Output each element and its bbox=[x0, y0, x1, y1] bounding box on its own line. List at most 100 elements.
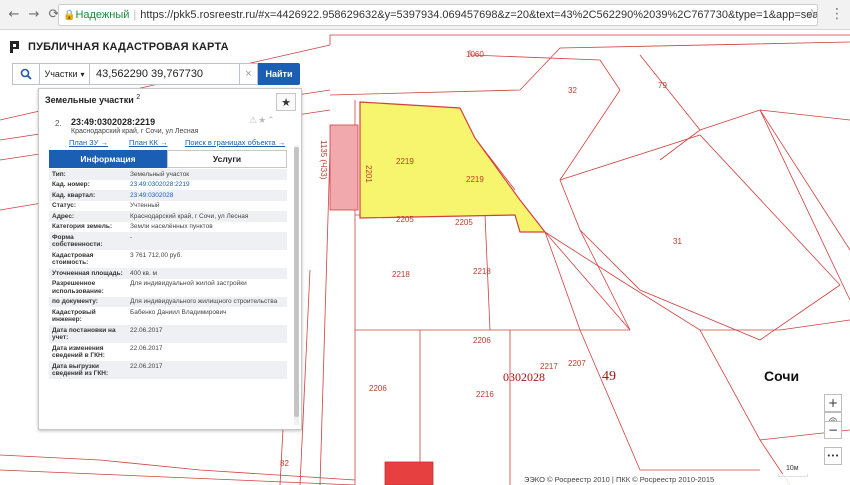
result-address: Краснодарский край, г Сочи, ул Лесная bbox=[71, 128, 199, 135]
results-count: 2 bbox=[136, 94, 141, 101]
scale-label: 10м bbox=[786, 465, 799, 472]
city-label: Сочи bbox=[764, 368, 800, 384]
info-row: Форма собственности: - bbox=[49, 232, 287, 250]
info-row: Кад. номер: 23:49:0302028:2219 bbox=[49, 179, 287, 191]
address-bar[interactable]: 🔒 Надежный | https://pkk5.rosreestr.ru/#… bbox=[58, 4, 818, 26]
search-input[interactable] bbox=[90, 63, 240, 85]
info-key: Уточненная площадь: bbox=[52, 269, 123, 277]
info-key: Кад. квартал: bbox=[52, 191, 96, 199]
info-value[interactable]: 23:49:0302028 bbox=[127, 190, 287, 201]
info-key: Адрес: bbox=[52, 212, 75, 220]
info-key: по документу: bbox=[52, 298, 98, 305]
selected-parcel bbox=[359, 101, 547, 233]
red-parcel bbox=[384, 461, 434, 485]
info-key: Дата выгрузки сведений из ГКН: bbox=[52, 362, 109, 378]
info-key: Кадастровая стоимость: bbox=[52, 251, 94, 267]
info-tabs: Информация Услуги bbox=[49, 150, 287, 168]
plot-label: 2201 bbox=[364, 165, 373, 183]
tab-services[interactable]: Услуги bbox=[167, 150, 287, 168]
panel-heading: Земельные участки 2 bbox=[45, 94, 140, 105]
search-in-bounds-link[interactable]: Поиск в границах объекта → bbox=[185, 138, 285, 147]
info-value: - bbox=[130, 233, 133, 241]
more-options-button[interactable]: ••• bbox=[824, 447, 842, 465]
plan-zu-link[interactable]: План ЗУ → bbox=[69, 138, 108, 147]
panel-scrollbar[interactable] bbox=[294, 145, 299, 425]
search-bar: Участки ▾ × Найти bbox=[12, 63, 302, 85]
info-value: Учтенный bbox=[130, 202, 160, 209]
plot-label: 2205 bbox=[396, 215, 414, 224]
results-panel: Земельные участки 2 ★ 2. 23:49:0302028:2… bbox=[38, 88, 302, 430]
result-action-icons[interactable]: ⚠★⌃ bbox=[249, 116, 276, 126]
info-value: 22.06.2017 bbox=[130, 344, 163, 352]
plot-label: 32 bbox=[568, 86, 577, 95]
plot-label: 79 bbox=[658, 81, 667, 90]
browser-menu-icon[interactable]: ⋮ bbox=[830, 6, 844, 22]
info-key: Кад. номер: bbox=[52, 181, 90, 188]
plot-label: 2219 bbox=[466, 175, 484, 184]
rosreestr-logo-icon bbox=[8, 40, 22, 54]
url-text[interactable]: https://pkk5.rosreestr.ru/#x=4426922.958… bbox=[140, 9, 817, 21]
cadastral-block-label: 0302028 bbox=[503, 370, 545, 384]
info-value[interactable]: 23:49:0302028:2219 bbox=[127, 180, 287, 191]
bookmark-star-icon[interactable]: ☆ bbox=[806, 7, 818, 22]
search-icon[interactable] bbox=[12, 63, 40, 85]
info-value: Земельный участок bbox=[130, 170, 190, 178]
plot-label: 82 bbox=[280, 459, 289, 468]
result-index: 2. bbox=[55, 119, 62, 128]
info-value: 400 кв. м bbox=[130, 269, 158, 277]
info-value: Земли населённых пунктов bbox=[130, 223, 213, 230]
address-separator: | bbox=[133, 9, 137, 21]
info-row: по документу: Для индивидуального жилищно… bbox=[49, 296, 287, 307]
app-title: ПУБЛИЧНАЯ КАДАСТРОВАЯ КАРТА bbox=[28, 41, 229, 53]
chevron-down-icon: ▾ bbox=[80, 69, 85, 79]
info-key: Дата изменения сведений в ГКН: bbox=[52, 344, 105, 360]
plot-label: 2206 bbox=[369, 384, 387, 393]
zoom-out-button[interactable]: − bbox=[824, 421, 842, 439]
secure-label: Надежный bbox=[75, 9, 130, 21]
info-key: Форма собственности: bbox=[52, 233, 103, 249]
info-key: Тип: bbox=[52, 170, 66, 178]
tab-information[interactable]: Информация bbox=[49, 150, 167, 168]
plot-label: 1135 (ЧЗ3) bbox=[319, 140, 328, 180]
forward-icon[interactable]: → bbox=[24, 4, 44, 26]
info-value: Краснодарский край, г Сочи, ул Лесная bbox=[130, 212, 249, 220]
plan-kk-link[interactable]: План КК → bbox=[129, 138, 168, 147]
favorites-star-button[interactable]: ★ bbox=[276, 93, 296, 111]
info-row: Адрес: Краснодарский край, г Сочи, ул Лес… bbox=[49, 211, 287, 222]
plot-label: 2218 bbox=[473, 267, 491, 276]
app-header: ПУБЛИЧНАЯ КАДАСТРОВАЯ КАРТА bbox=[8, 38, 229, 56]
info-key: Категория земель: bbox=[52, 223, 113, 230]
info-value: Бабенко Даниил Владимирович bbox=[130, 308, 227, 316]
info-row: Тип: Земельный участок bbox=[49, 169, 287, 180]
copyright-text: ЭЭКО © Росреестр 2010 | ПКК © Росреестр … bbox=[520, 474, 850, 485]
pink-strip-parcel bbox=[329, 124, 359, 211]
plot-label: 2205 bbox=[455, 218, 473, 227]
info-value: 22.06.2017 bbox=[130, 362, 163, 370]
search-type-select[interactable]: Участки ▾ bbox=[40, 63, 90, 85]
back-icon[interactable]: ← bbox=[4, 4, 24, 26]
cadastral-number: 23:49:0302028:2219 bbox=[71, 117, 156, 127]
lock-icon: 🔒 bbox=[63, 9, 76, 21]
scroll-thumb[interactable] bbox=[294, 147, 299, 417]
plot-label: 2206 bbox=[473, 336, 491, 345]
district-label: 49 bbox=[602, 369, 616, 384]
info-row: Кад. квартал: 23:49:0302028 bbox=[49, 190, 287, 201]
parcel-info-table: Тип: Земельный участок Кад. номер: 23:49:03… bbox=[49, 169, 287, 379]
plot-label: 1060 bbox=[466, 50, 484, 59]
info-row: Статус: Учтенный bbox=[49, 200, 287, 211]
info-row: Дата постановки на учет: 22.06.2017 bbox=[49, 325, 287, 343]
info-value: 22.06.2017 bbox=[130, 326, 163, 334]
info-row: Кадастровая стоимость: 3 761 712,00 руб. bbox=[49, 250, 287, 268]
info-row: Дата выгрузки сведений из ГКН: 22.06.2017 bbox=[49, 361, 287, 379]
plot-label: 2207 bbox=[568, 359, 586, 368]
info-value: Для индивидуальной жилой застройки bbox=[130, 280, 247, 287]
info-key: Дата постановки на учет: bbox=[52, 326, 116, 342]
info-value: Для индивидуального жилищного строительс… bbox=[130, 298, 278, 305]
clear-search-button[interactable]: × bbox=[240, 63, 258, 85]
zoom-in-button[interactable]: + bbox=[824, 394, 842, 412]
plot-label: 31 bbox=[673, 237, 682, 246]
info-value: 3 761 712,00 руб. bbox=[130, 251, 183, 259]
info-row: Кадастровый инженер: Бабенко Даниил Влади… bbox=[49, 307, 287, 325]
plot-label: 2216 bbox=[476, 390, 494, 399]
find-button[interactable]: Найти bbox=[258, 63, 300, 85]
